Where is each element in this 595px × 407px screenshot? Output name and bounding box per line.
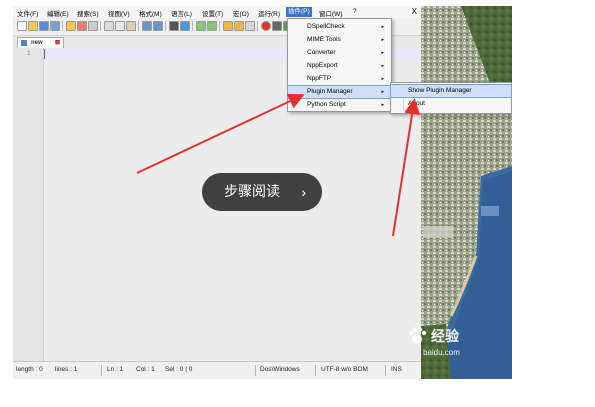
status-selection: Sel : 0 | 0 (165, 366, 193, 373)
tab-label: new (31, 40, 43, 46)
plugin-menu-item-dspellcheck[interactable]: DSpellCheck ▸ (288, 21, 391, 33)
menu-window[interactable]: 窗口(W) (319, 8, 342, 18)
paw-logo-icon (408, 327, 427, 344)
tab-new[interactable]: new ⊠ (17, 37, 64, 48)
submenu-arrow-icon: ▸ (381, 50, 384, 56)
menu-item-label: Show Plugin Manager (408, 87, 472, 94)
copy-icon[interactable] (115, 21, 125, 31)
screenshot: 文件(F) 编辑(E) 搜索(S) 视图(V) 格式(M) 语言(L) 设置(T… (13, 6, 512, 379)
sync-icon[interactable] (223, 21, 233, 31)
status-separator (255, 365, 256, 376)
find-icon[interactable] (169, 21, 179, 31)
status-bar: length : 0 lines : 1 Ln : 1 Col : 1 Sel … (13, 361, 421, 379)
toolbar-separator (257, 21, 258, 31)
new-file-icon[interactable] (17, 21, 27, 31)
menu-macro[interactable]: 宏(O) (233, 8, 249, 18)
status-line: Ln : 1 (107, 366, 124, 373)
status-encoding[interactable]: UTF-8 w/o BOM (321, 366, 368, 373)
menu-item-label: Python Script (307, 101, 346, 108)
close-document-button[interactable]: X (412, 7, 417, 16)
plugin-menu-item-nppexport[interactable]: NppExport ▸ (288, 60, 391, 72)
menu-search[interactable]: 搜索(S) (77, 8, 99, 18)
plugin-menu-item-nppftp[interactable]: NppFTP ▸ (288, 73, 391, 85)
replace-icon[interactable] (180, 21, 190, 31)
menu-item-label: NppExport (307, 62, 338, 69)
submenu-arrow-icon: ▸ (381, 37, 384, 43)
status-eol-format[interactable]: Dos\Windows (260, 366, 300, 373)
macro-stop-icon[interactable] (272, 21, 282, 31)
menu-edit[interactable]: 编辑(E) (47, 8, 69, 18)
step-reading-label: 步骤阅读 (224, 184, 280, 200)
cut-icon[interactable] (104, 21, 114, 31)
toolbar-separator (165, 21, 166, 31)
status-separator (315, 365, 316, 376)
plugin-menu-item-plugin-manager[interactable]: Plugin Manager ▸ (287, 85, 392, 99)
menu-item-label: NppFTP (307, 75, 332, 82)
watermark-domain: baidu.com (423, 348, 460, 357)
redo-icon[interactable] (153, 21, 163, 31)
line-number-gutter: 1 (13, 48, 44, 361)
submenu-arrow-icon: ▸ (381, 89, 384, 95)
status-column: Col : 1 (136, 366, 155, 373)
toolbar-separator (138, 21, 139, 31)
undo-icon[interactable] (142, 21, 152, 31)
plugin-menu-item-mime-tools[interactable]: MIME Tools ▸ (288, 34, 391, 46)
toolbar-separator (192, 21, 193, 31)
line-number: 1 (27, 50, 31, 57)
submenu-arrow-icon: ▸ (381, 24, 384, 30)
menu-help[interactable]: ? (353, 8, 357, 15)
menu-item-label: DSpellCheck (307, 23, 345, 30)
zoom-out-icon[interactable] (207, 21, 217, 31)
menu-item-label: MIME Tools (307, 36, 341, 43)
menu-item-label: Converter (307, 49, 336, 56)
status-separator (101, 365, 102, 376)
close-all-icon[interactable] (77, 21, 87, 31)
print-icon[interactable] (88, 21, 98, 31)
submenu-arrow-icon: ▸ (381, 76, 384, 82)
open-file-icon[interactable] (28, 21, 38, 31)
tab-close-icon[interactable]: ⊠ (55, 38, 60, 48)
status-length: length : 0 (16, 366, 43, 373)
macro-record-icon[interactable] (261, 21, 271, 31)
menu-bar: 文件(F) 编辑(E) 搜索(S) 视图(V) 格式(M) 语言(L) 设置(T… (13, 6, 421, 18)
watermark-title: 经验 (431, 329, 459, 345)
save-icon[interactable] (39, 21, 49, 31)
plugins-dropdown-menu: DSpellCheck ▸ MIME Tools ▸ Converter ▸ N… (287, 18, 392, 112)
show-plugin-manager-item[interactable]: Show Plugin Manager (390, 84, 512, 98)
menu-settings[interactable]: 设置(T) (202, 8, 223, 18)
about-item[interactable]: About (391, 98, 511, 110)
plugin-menu-item-converter[interactable]: Converter ▸ (288, 47, 391, 59)
toolbar-separator (100, 21, 101, 31)
baidu-jingyan-watermark: 经验 baidu.com (393, 324, 503, 364)
wrap-icon[interactable] (234, 21, 244, 31)
zoom-in-icon[interactable] (196, 21, 206, 31)
toolbar-separator (219, 21, 220, 31)
paste-icon[interactable] (126, 21, 136, 31)
menu-language[interactable]: 语言(L) (171, 8, 192, 18)
toolbar-separator (62, 21, 63, 31)
status-lines: lines : 1 (55, 366, 78, 373)
menu-view[interactable]: 视图(V) (108, 8, 130, 18)
status-separator (385, 365, 386, 376)
indent-guide-icon[interactable] (245, 21, 255, 31)
menu-item-label: About (408, 100, 425, 107)
status-insert-mode: INS (391, 366, 402, 373)
submenu-arrow-icon: ▸ (381, 63, 384, 69)
file-icon (21, 40, 27, 46)
plugin-manager-submenu: Show Plugin Manager About (390, 82, 512, 114)
submenu-arrow-icon: ▸ (381, 102, 384, 108)
save-all-icon[interactable] (50, 21, 60, 31)
menu-plugins[interactable]: 插件(P) (286, 7, 312, 17)
chevron-right-icon: › (301, 184, 306, 200)
menu-item-label: Plugin Manager (307, 88, 353, 95)
menu-format[interactable]: 格式(M) (139, 8, 162, 18)
step-reading-button[interactable]: 步骤阅读 › (202, 173, 322, 211)
menu-file[interactable]: 文件(F) (17, 8, 38, 18)
close-icon[interactable] (66, 21, 76, 31)
plugin-menu-item-python-script[interactable]: Python Script ▸ (288, 99, 391, 111)
menu-run[interactable]: 运行(R) (258, 8, 280, 18)
